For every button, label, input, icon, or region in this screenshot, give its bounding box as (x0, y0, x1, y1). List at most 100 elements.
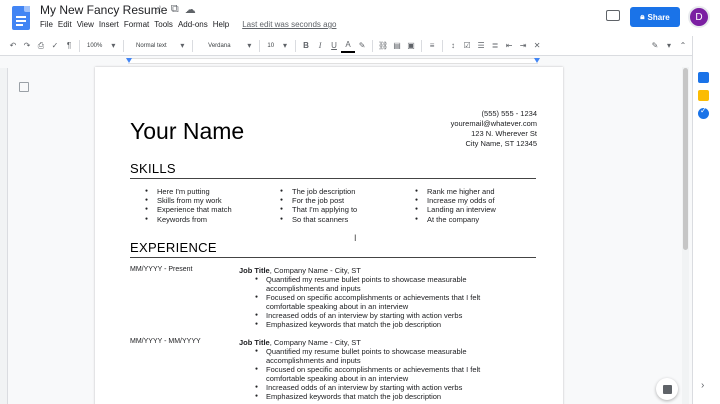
collapse-menu-icon[interactable]: ⌃ (676, 39, 690, 53)
job-company: , Company Name - City, ST (269, 266, 361, 275)
menu-format[interactable]: Format (124, 20, 154, 29)
chevron-down-icon: ▾ (111, 41, 116, 50)
menu-help[interactable]: Help (213, 20, 234, 29)
font-select[interactable]: Verdana (196, 39, 242, 53)
job-bullets: Quantified my resume bullet points to sh… (253, 275, 513, 329)
move-folder-icon[interactable]: ⧉ (171, 3, 179, 16)
redo-icon[interactable]: ↷ (20, 39, 34, 53)
job-company: , Company Name - City, ST (269, 338, 361, 347)
bulleted-list-icon[interactable]: ☰ (474, 39, 488, 53)
menu-edit[interactable]: Edit (58, 20, 77, 29)
scrollbar-thumb[interactable] (683, 68, 688, 250)
toolbar: ↶ ↷ ⎙ ✓ ¶ 100% ▾ Normal text ▾ Verdana ▾… (0, 36, 720, 56)
title-bar: My New Fancy Resume ☆ ⧉ ☁ File Edit View… (0, 0, 720, 36)
skills-rule (130, 178, 536, 179)
font-size-select[interactable]: 10 (263, 39, 278, 53)
contact-email: youremail@whatever.com (450, 119, 537, 128)
calendar-icon[interactable] (698, 72, 709, 83)
menu-addons[interactable]: Add-ons (178, 20, 213, 29)
undo-icon[interactable]: ↶ (6, 39, 20, 53)
text-cursor-icon: I (354, 233, 357, 243)
bold-button[interactable]: B (299, 39, 313, 53)
line-spacing-icon[interactable]: ↕ (446, 39, 460, 53)
contact-street: 123 N. Wherever St (471, 129, 537, 138)
insert-image-icon[interactable]: ▣ (404, 39, 418, 53)
menu-tools[interactable]: Tools (154, 20, 178, 29)
contact-block: (555) 555 - 1234 youremail@whatever.com … (451, 109, 537, 149)
link-icon[interactable]: ⛓ (376, 39, 390, 53)
zoom-select[interactable]: 100% (83, 39, 106, 53)
docs-logo-icon[interactable] (12, 6, 30, 30)
list-item: Experience that match (143, 205, 232, 214)
divider (79, 39, 80, 52)
numbered-list-icon[interactable]: ≣ (488, 39, 502, 53)
style-select[interactable]: Normal text (127, 39, 175, 53)
tasks-icon[interactable] (698, 106, 709, 119)
clear-formatting-icon[interactable]: ✕ (530, 39, 544, 53)
align-left-icon[interactable]: ≡ (425, 39, 439, 53)
editing-mode-icon[interactable]: ✎ (648, 39, 662, 53)
resume-name: Your Name (130, 118, 245, 144)
list-item: Emphasized keywords that match the job d… (253, 320, 513, 329)
menu-view[interactable]: View (77, 20, 99, 29)
menu-insert[interactable]: Insert (99, 20, 124, 29)
list-item: So that scanners (278, 215, 357, 224)
right-indent-marker[interactable] (534, 58, 540, 63)
list-item: Quantified my resume bullet points to sh… (253, 347, 513, 365)
contact-phone: (555) 555 - 1234 (481, 109, 537, 118)
chevron-right-icon[interactable]: › (701, 380, 704, 391)
chevron-down-icon: ▾ (283, 41, 288, 50)
share-button[interactable]: 🔒︎ Share (630, 7, 680, 27)
menu-bar: File Edit View Insert Format Tools Add-o… (40, 20, 341, 29)
document-outline-icon[interactable] (19, 82, 29, 92)
insert-comment-icon[interactable]: ▤ (390, 39, 404, 53)
explore-icon (662, 384, 672, 394)
spellcheck-icon[interactable]: ✓ (48, 39, 62, 53)
keep-icon[interactable] (698, 90, 709, 101)
list-item: Skills from my work (143, 196, 232, 205)
print-icon[interactable]: ⎙ (34, 39, 48, 53)
experience-rule (130, 257, 536, 258)
list-item: Landing an interview (413, 205, 496, 214)
checklist-icon[interactable]: ☑ (460, 39, 474, 53)
document-title[interactable]: My New Fancy Resume (40, 3, 167, 17)
italic-button[interactable]: I (313, 39, 327, 53)
job-title: Job Title (239, 338, 270, 347)
skills-column-2: The job description For the job post Tha… (278, 187, 357, 224)
decrease-indent-icon[interactable]: ⇤ (502, 39, 516, 53)
list-item: Quantified my resume bullet points to sh… (253, 275, 513, 293)
document-page[interactable]: (555) 555 - 1234 youremail@whatever.com … (95, 67, 563, 404)
job-title: Job Title (239, 266, 270, 275)
list-item: Keywords from (143, 215, 232, 224)
divider (372, 39, 374, 52)
list-item: Focused on specific accomplishments or a… (253, 365, 513, 383)
list-item: The job description (278, 187, 357, 196)
lock-icon: 🔒︎ (640, 12, 645, 21)
cloud-saved-icon[interactable]: ☁ (185, 3, 196, 16)
menu-file[interactable]: File (40, 20, 58, 29)
explore-button[interactable] (656, 378, 678, 400)
ruler-text-area[interactable] (128, 58, 538, 64)
paint-format-icon[interactable]: ¶ (62, 39, 76, 53)
left-indent-marker[interactable] (126, 58, 132, 63)
star-icon[interactable]: ☆ (155, 3, 165, 16)
list-item: Here I'm putting (143, 187, 232, 196)
job-dates: MM/YYYY - MM/YYYY (130, 338, 201, 345)
list-item: At the company (413, 215, 496, 224)
vertical-ruler[interactable] (0, 68, 8, 404)
text-color-button[interactable]: A (341, 39, 356, 53)
list-item: Increased odds of an interview by starti… (253, 311, 513, 320)
increase-indent-icon[interactable]: ⇥ (516, 39, 530, 53)
underline-button[interactable]: U (327, 39, 341, 53)
skills-column-3: Rank me higher and Increase my odds of L… (413, 187, 496, 224)
last-edit-link[interactable]: Last edit was seconds ago (242, 20, 341, 29)
highlight-icon[interactable]: ✎ (355, 39, 369, 53)
comment-history-icon[interactable] (606, 10, 620, 21)
divider (259, 39, 261, 52)
divider (192, 39, 194, 52)
skills-column-1: Here I'm putting Skills from my work Exp… (143, 187, 232, 224)
list-item: Increase my odds of (413, 196, 496, 205)
job-dates: MM/YYYY - Present (130, 266, 193, 273)
avatar[interactable]: D (688, 6, 710, 28)
skills-heading: SKILLS (130, 161, 176, 176)
